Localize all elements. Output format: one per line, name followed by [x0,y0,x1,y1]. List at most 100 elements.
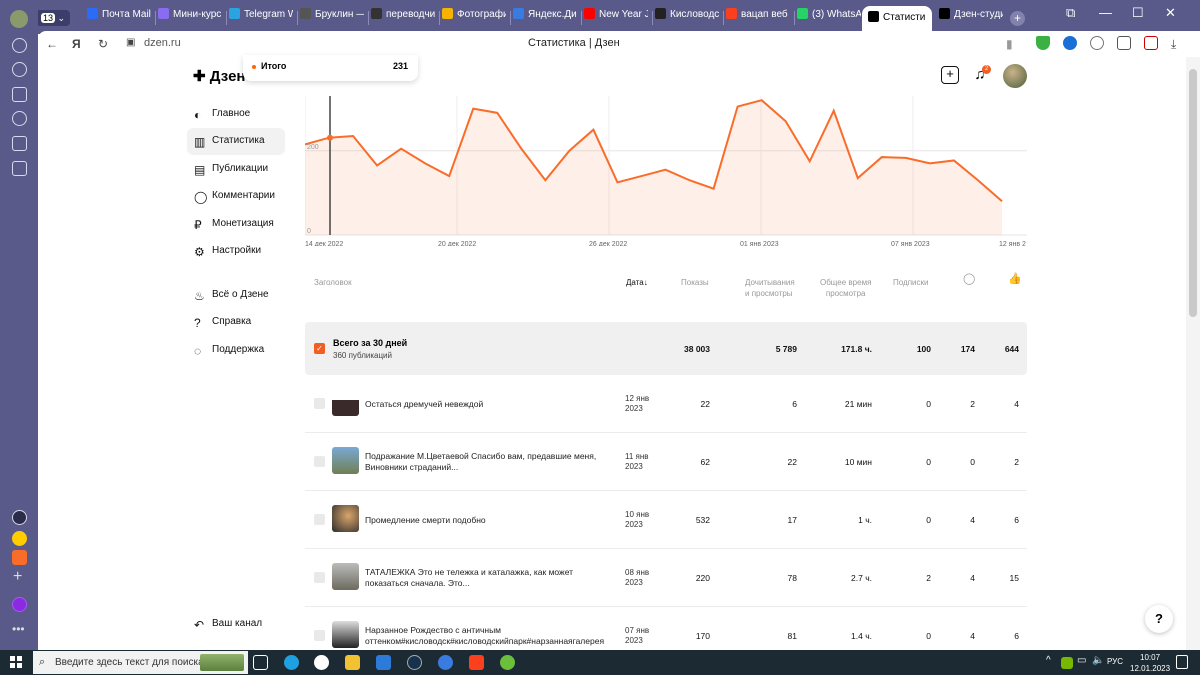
screenshot-icon[interactable] [12,161,27,176]
tab-9[interactable]: вацап веб [726,8,790,28]
calendar-icon[interactable] [12,136,27,151]
back-arrow-icon[interactable]: ← [46,37,58,51]
nav-item-flame[interactable]: ♨ Всё о Дзене [187,282,285,309]
language-indicator[interactable]: РУС [1107,657,1123,666]
utorrent-icon[interactable] [500,655,515,670]
row-checkbox[interactable] [314,456,325,467]
table-row[interactable]: Промедление смерти подобно 10 янв 2023 532 1… [305,491,1027,549]
refresh-icon[interactable]: ↻ [98,37,108,51]
row-checkbox[interactable] [314,514,325,525]
notes-icon[interactable] [12,87,27,102]
statistics-chart[interactable]: 0 200 14 дек 2022 20 дек 2022 26 дек 2022 01 … [305,96,1027,246]
col-subs[interactable]: Подписки [893,277,928,288]
protect-shield-icon[interactable] [1036,36,1050,50]
nvidia-icon[interactable] [1061,657,1073,669]
history-icon[interactable] [12,38,27,53]
row-checkbox[interactable] [314,572,325,583]
col-time[interactable]: Общее время просмотра [820,277,871,299]
new-tab-button[interactable]: + [1010,11,1025,26]
url-text[interactable]: dzen.ru [144,37,181,49]
nav-item-comment[interactable]: ◯ Комментарии [187,183,285,210]
bookmark-icon[interactable]: ▮ [1006,37,1013,51]
select-all-checkbox[interactable]: ✓ [314,343,325,354]
steam-icon[interactable] [407,655,422,670]
clock[interactable]: 10:07 12.01.2023 [1130,652,1170,674]
publication-title[interactable]: Подражание М.Цветаевой Спасибо вам, пред… [365,451,610,473]
file-explorer-icon[interactable] [345,655,360,670]
network-icon[interactable]: ▭ [1077,655,1086,666]
notifications-icon[interactable] [1176,655,1188,669]
col-likes-icon[interactable]: 👍 [1008,274,1022,285]
extension-icon[interactable] [1063,36,1077,50]
user-avatar[interactable] [1003,64,1027,88]
nav-your-channel[interactable]: ↶ Ваш канал [187,611,285,638]
tab-11[interactable]: Статисти [862,6,932,34]
tooltip-label: Итого [261,61,287,71]
tab-counter[interactable]: 13 ⌄ [36,10,70,26]
tab-1[interactable]: Мини-курс [158,8,222,28]
col-views[interactable]: Показы [681,277,709,288]
tab-3[interactable]: Бруклин — [300,8,364,28]
col-date[interactable]: Дата↓ [626,277,648,288]
tab-12[interactable]: Дзен-студи [939,8,1003,28]
nav-item-bar-chart[interactable]: ▥ Статистика [187,128,285,155]
nav-item-help[interactable]: ? Справка [187,309,285,336]
download-icon[interactable]: ⤓ [1171,37,1176,52]
yandex-music-icon[interactable] [12,531,27,546]
play-icon[interactable] [12,111,27,126]
nav-item-ruble[interactable]: ₽ Монетизация [187,211,285,238]
more-icon[interactable]: ••• [12,622,25,636]
tab-5[interactable]: Фотографи [442,8,506,28]
table-row[interactable]: Подражание М.Цветаевой Спасибо вам, пред… [305,433,1027,491]
add-panel-icon[interactable]: + [13,568,22,586]
yandex-logo-icon[interactable]: Я [72,37,81,51]
row-checkbox[interactable] [314,630,325,641]
minimize-button[interactable]: — [1099,5,1112,20]
nav-item-document[interactable]: ▤ Публикации [187,156,285,183]
nav-item-chat[interactable]: ◌ Поддержка [187,337,285,364]
tab-10[interactable]: (3) WhatsAp [797,8,861,28]
publication-title[interactable]: ТАТАЛЕЖКА Это не тележка и каталажка, ка… [365,567,610,589]
store-icon[interactable] [376,655,391,670]
tab-4[interactable]: переводчи [371,8,435,28]
page-scrollbar[interactable] [1186,57,1200,650]
create-plus-icon[interactable]: + [941,66,959,84]
clock-icon[interactable] [12,62,27,77]
tab-8[interactable]: Кисловодс [655,8,719,28]
tab-2[interactable]: Telegram W [229,8,293,28]
translate-icon[interactable] [1117,36,1131,50]
edge-icon[interactable] [284,655,299,670]
profile-avatar[interactable] [10,10,28,28]
bookmarks-panel-icon[interactable]: ⧉ [1066,5,1075,21]
col-reads[interactable]: Дочитывания и просмотры [745,277,795,299]
tab-0[interactable]: Почта Mail [87,8,151,28]
publication-title[interactable]: Промедление смерти подобно [365,515,610,526]
tray-chevron-icon[interactable]: ^ [1046,655,1051,666]
close-window-button[interactable]: ✕ [1165,5,1176,21]
globe-icon[interactable] [1090,36,1104,50]
yandex-disk-icon[interactable] [438,655,453,670]
scrollbar-thumb[interactable] [1189,69,1197,317]
tab-6[interactable]: Яндекс.Дис [513,8,577,28]
yandex-browser-icon[interactable] [314,655,329,670]
total-row[interactable]: ✓ Всего за 30 дней 360 публикаций 38 003… [305,322,1027,375]
table-row[interactable]: ТАТАЛЕЖКА Это не тележка и каталажка, ка… [305,549,1027,607]
tab-7[interactable]: New Year Ja [584,8,648,28]
windows-start-icon[interactable] [10,656,22,668]
pdf-icon[interactable] [1144,36,1158,50]
publication-title[interactable]: Остаться дремучей невеждой [365,399,610,410]
publication-title[interactable]: Нарзанное Рождество с античным оттенком#… [365,625,610,647]
alice-icon[interactable] [12,597,27,612]
row-checkbox[interactable] [314,398,325,409]
maximize-button[interactable]: ☐ [1132,5,1144,21]
nav-item-gear[interactable]: ⚙ Настройки [187,238,285,265]
alice-toggle-icon[interactable] [12,510,27,525]
yandex-icon[interactable] [469,655,484,670]
help-button[interactable]: ? [1145,605,1173,633]
nav-item-planet[interactable]: ◐ Главное [187,101,285,128]
task-view-icon[interactable] [253,655,268,670]
volume-icon[interactable]: 🔈 [1092,655,1104,666]
table-row[interactable]: Остаться дремучей невеждой 12 янв 2023 22 6 2… [305,375,1027,433]
col-comments-icon[interactable]: ◯ [963,274,975,285]
market-icon[interactable] [12,550,27,565]
